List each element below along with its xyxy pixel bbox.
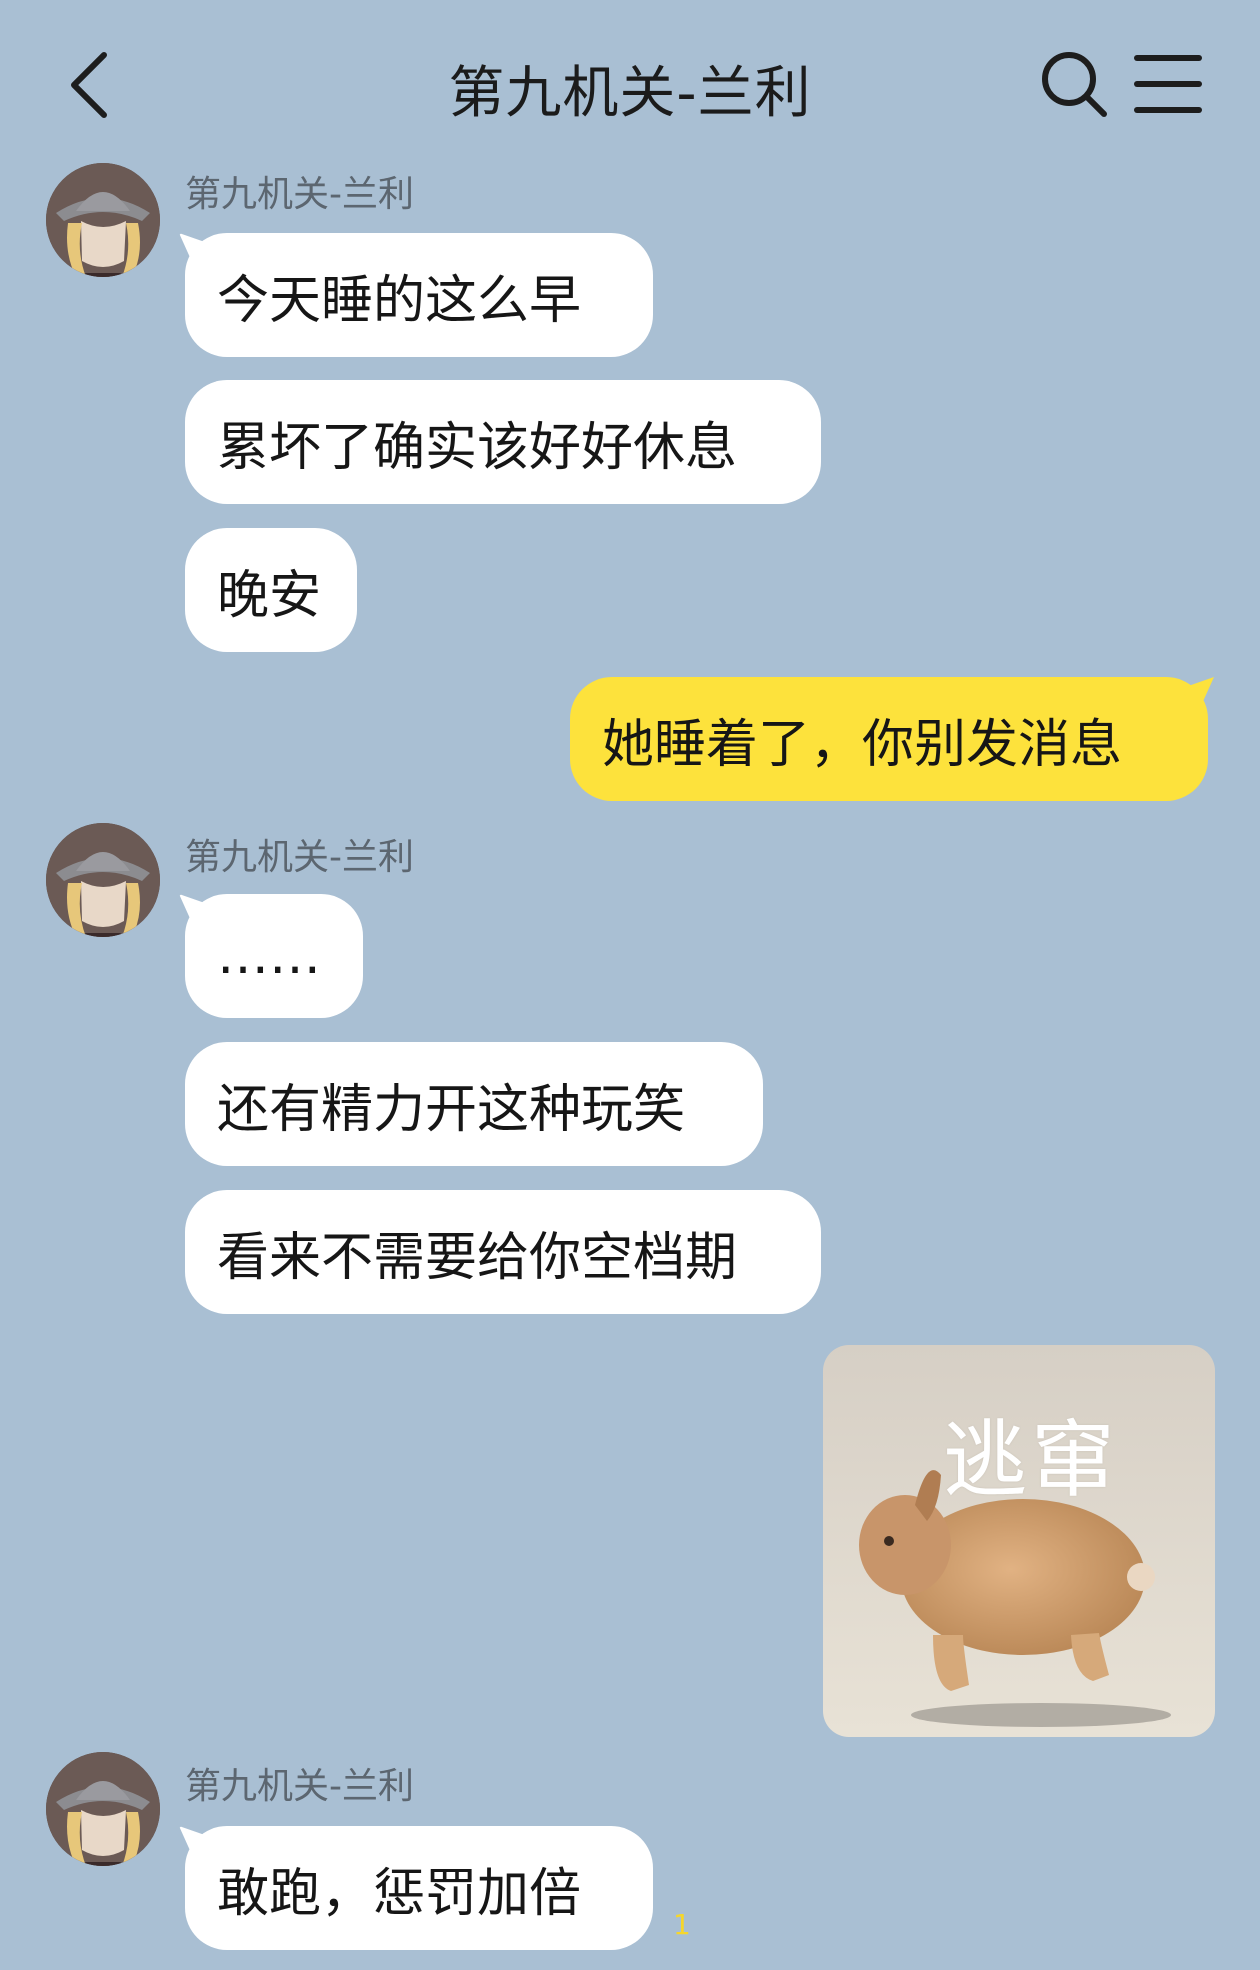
message-bubble[interactable]: 看来不需要给你空档期 bbox=[185, 1190, 821, 1314]
contact-avatar[interactable] bbox=[46, 1752, 160, 1866]
chat-header: 第九机关-兰利 bbox=[0, 0, 1260, 165]
hamburger-menu-icon bbox=[1134, 55, 1202, 113]
avatar-image bbox=[46, 163, 160, 277]
avatar-image bbox=[46, 823, 160, 937]
message-bubble[interactable]: …… bbox=[185, 894, 363, 1018]
sticker-message[interactable]: 逃窜 bbox=[823, 1345, 1215, 1737]
avatar-image bbox=[46, 1752, 160, 1866]
sticker-caption: 逃窜 bbox=[943, 1411, 1120, 1509]
message-bubble[interactable]: 还有精力开这种玩笑 bbox=[185, 1042, 763, 1166]
sender-name: 第九机关-兰利 bbox=[185, 837, 414, 878]
search-icon bbox=[1042, 52, 1107, 117]
outgoing-message-bubble[interactable]: 她睡着了，你别发消息 bbox=[570, 677, 1208, 801]
read-count-badge: 1 bbox=[673, 1908, 691, 1941]
contact-avatar[interactable] bbox=[46, 163, 160, 277]
message-bubble[interactable]: 晚安 bbox=[185, 528, 357, 652]
sender-name: 第九机关-兰利 bbox=[185, 174, 414, 215]
sender-name: 第九机关-兰利 bbox=[185, 1766, 414, 1807]
message-bubble[interactable]: 敢跑，惩罚加倍 bbox=[185, 1826, 653, 1950]
menu-button[interactable] bbox=[1133, 52, 1203, 116]
message-bubble[interactable]: 今天睡的这么早 bbox=[185, 233, 653, 357]
contact-avatar[interactable] bbox=[46, 823, 160, 937]
message-bubble[interactable]: 累坏了确实该好好休息 bbox=[185, 380, 821, 504]
search-button[interactable] bbox=[1038, 48, 1110, 120]
